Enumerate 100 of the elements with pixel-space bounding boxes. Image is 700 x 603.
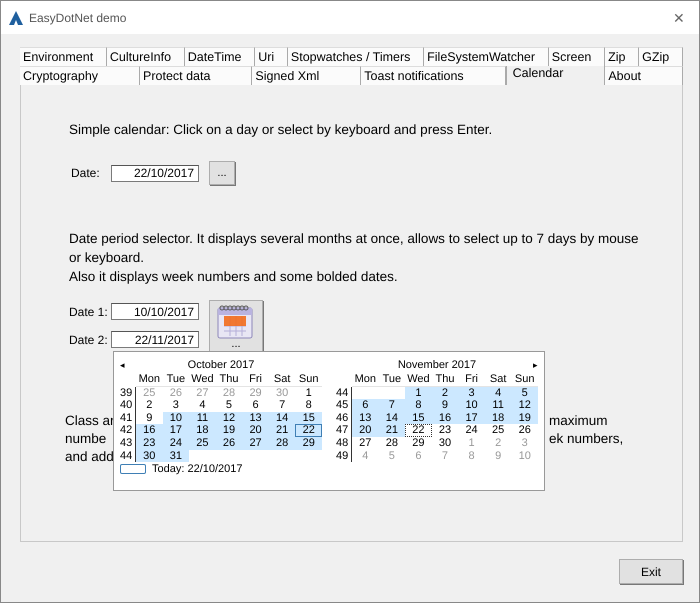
calendar-day[interactable]: 23 xyxy=(432,424,458,437)
browse-button[interactable]: ... xyxy=(209,161,235,185)
calendar-day[interactable]: 12 xyxy=(216,412,242,424)
calendar-day[interactable]: 14 xyxy=(268,412,296,424)
calendar-day[interactable]: 12 xyxy=(511,399,538,412)
tab[interactable]: Toast notifications xyxy=(361,66,506,85)
date-field[interactable]: 22/11/2017 xyxy=(111,331,199,348)
calendar-day[interactable]: 5 xyxy=(216,399,242,412)
tab[interactable]: Calendar xyxy=(506,66,606,85)
week-number: 48 xyxy=(336,436,352,450)
calendar-day[interactable]: 4 xyxy=(189,399,216,412)
calendar-day[interactable]: 3 xyxy=(162,399,190,412)
description-text: numbe xyxy=(65,430,108,448)
calendar-day[interactable]: 22 xyxy=(405,424,432,437)
calendar-day[interactable]: 5 xyxy=(511,386,538,400)
tab[interactable]: Screen xyxy=(548,47,606,66)
next-month-button[interactable]: ▸ xyxy=(524,360,538,370)
tab[interactable]: Protect data xyxy=(140,66,252,85)
calendar-day[interactable]: 11 xyxy=(189,412,216,424)
tab[interactable]: Uri xyxy=(255,47,288,66)
calendar-day[interactable]: 18 xyxy=(189,424,216,437)
calendar-day[interactable]: 29 xyxy=(405,436,432,450)
calendar-day[interactable]: 26 xyxy=(511,424,538,437)
calendar-day[interactable]: 7 xyxy=(378,399,406,412)
tab[interactable]: GZip xyxy=(639,47,683,66)
calendar-day[interactable]: 21 xyxy=(378,424,406,437)
calendar-day[interactable]: 7 xyxy=(268,399,296,412)
calendar-day[interactable]: 22 xyxy=(295,424,322,437)
calendar-day[interactable]: 1 xyxy=(405,386,432,400)
calendar-day[interactable]: 13 xyxy=(352,412,379,424)
calendar-day[interactable]: 20 xyxy=(352,424,379,437)
weekday-label: Sun xyxy=(295,373,322,387)
app-logo-icon xyxy=(9,10,23,24)
date-field[interactable]: 22/10/2017 xyxy=(111,164,199,182)
weekday-label: Tue xyxy=(162,373,190,387)
week-number: 41 xyxy=(120,412,136,424)
calendar-day[interactable]: 1 xyxy=(295,386,322,400)
previous-month-button[interactable]: ◂ xyxy=(120,360,134,370)
calendar-day[interactable]: 13 xyxy=(242,412,269,424)
field-label: Date 1: xyxy=(69,304,107,318)
calendar-day[interactable]: 30 xyxy=(432,436,458,450)
calendar-day[interactable]: 19 xyxy=(216,424,242,437)
close-button[interactable]: ✕ xyxy=(669,10,689,26)
today-link[interactable]: Today: 22/10/2017 xyxy=(152,463,243,476)
calendar-day[interactable]: 6 xyxy=(352,399,379,412)
calendar-day[interactable]: 6 xyxy=(242,399,269,412)
tab[interactable]: DateTime xyxy=(184,47,256,66)
calendar-day[interactable]: 27 xyxy=(242,436,269,450)
calendar-day[interactable]: 21 xyxy=(268,424,296,437)
calendar-day[interactable]: 3 xyxy=(458,386,485,400)
calendar-day[interactable]: 8 xyxy=(405,399,432,412)
calendar-day[interactable]: 10 xyxy=(458,399,485,412)
tab[interactable]: Zip xyxy=(605,47,640,66)
tab[interactable]: CultureInfo xyxy=(106,47,185,66)
description-text: maximum xyxy=(549,412,609,430)
calendar-day[interactable]: 15 xyxy=(405,412,432,424)
calendar-day[interactable]: 25 xyxy=(189,436,216,450)
description-text: ek numbers, xyxy=(549,430,624,448)
month-title[interactable]: October 2017 xyxy=(134,358,308,370)
calendar-day[interactable]: 24 xyxy=(458,424,485,437)
field-label: Date: xyxy=(71,166,101,180)
weekday-label: Sat xyxy=(268,373,296,387)
today-marker-icon xyxy=(120,464,146,474)
tab[interactable]: FileSystemWatcher xyxy=(424,47,549,66)
tab[interactable]: Signed Xml xyxy=(252,66,362,85)
tab[interactable]: Environment xyxy=(20,47,107,66)
calendar-button[interactable]: ... xyxy=(209,300,263,352)
calendar-day[interactable]: 30 xyxy=(136,450,163,462)
calendar-day[interactable]: 15 xyxy=(295,412,322,424)
calendar-day[interactable]: 9 xyxy=(432,399,458,412)
calendar-day[interactable]: 20 xyxy=(242,424,269,437)
calendar-day[interactable]: 10 xyxy=(162,412,190,424)
calendar-day[interactable]: 17 xyxy=(162,424,190,437)
calendar-day[interactable]: 19 xyxy=(511,412,538,424)
calendar-day[interactable]: 17 xyxy=(458,412,485,424)
tab[interactable]: About xyxy=(605,66,683,85)
calendar-day[interactable]: 25 xyxy=(484,424,512,437)
date-field[interactable]: 10/10/2017 xyxy=(111,303,199,320)
calendar-day[interactable]: 9 xyxy=(136,412,163,424)
calendar-day[interactable]: 8 xyxy=(295,399,322,412)
weekday-label: Fri xyxy=(242,373,269,387)
week-number: 49 xyxy=(336,450,352,462)
calendar-day[interactable]: 16 xyxy=(136,424,163,437)
calendar-day[interactable]: 2 xyxy=(136,399,163,412)
month-title[interactable]: November 2017 xyxy=(350,358,524,370)
description-text: Simple calendar: Click on a day or select by keyboard and press Enter. xyxy=(69,121,494,139)
calendar-day[interactable]: 27 xyxy=(352,436,379,450)
calendar-day[interactable]: 29 xyxy=(295,436,322,450)
weekday-label: Mon xyxy=(136,373,163,387)
tab[interactable]: Stopwatches / Timers xyxy=(288,47,424,66)
tab[interactable]: Cryptography xyxy=(20,66,140,85)
description-text: Also it displays week numbers and some bolded dates. xyxy=(69,268,399,286)
week-number: 44 xyxy=(336,386,352,400)
weekday-label: Thu xyxy=(216,373,242,387)
calendar-day[interactable]: 28 xyxy=(378,436,406,450)
exit-button[interactable]: Exit xyxy=(619,559,683,584)
weekday-label: Wed xyxy=(189,373,216,387)
calendar-day[interactable]: 11 xyxy=(484,399,512,412)
description-text: Class ar xyxy=(65,412,115,430)
calendar-day[interactable]: 23 xyxy=(136,436,163,450)
